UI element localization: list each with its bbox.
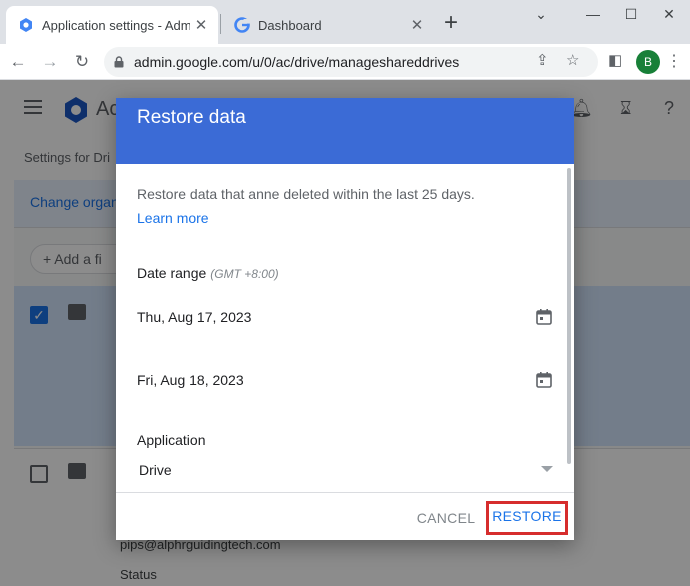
- tab-dashboard[interactable]: Dashboard ✕: [222, 6, 434, 44]
- browser-toolbar: ← → ↻ admin.google.com/u/0/ac/drive/mana…: [0, 44, 690, 80]
- side-panel-icon[interactable]: ◧: [608, 51, 622, 69]
- application-value: Drive: [139, 462, 172, 478]
- back-icon[interactable]: ←: [6, 50, 30, 74]
- end-date-field[interactable]: Fri, Aug 18, 2023: [137, 367, 553, 395]
- url-text: admin.google.com/u/0/ac/drive/manageshar…: [134, 54, 460, 70]
- admin-favicon-icon: [20, 18, 32, 32]
- learn-more-link[interactable]: Learn more: [137, 210, 209, 226]
- close-window-icon[interactable]: ✕: [658, 4, 680, 24]
- timezone-label: (GMT +8:00): [210, 267, 279, 281]
- tab-search-icon[interactable]: ⌄: [530, 4, 552, 24]
- share-icon[interactable]: ⇪: [536, 51, 549, 69]
- restore-button[interactable]: RESTORE: [486, 501, 568, 535]
- dropdown-arrow-icon: [541, 466, 553, 472]
- tab-application-settings[interactable]: Application settings - Admin ✕: [6, 6, 218, 44]
- calendar-icon[interactable]: [535, 308, 553, 326]
- cancel-button[interactable]: CANCEL: [416, 503, 476, 533]
- new-tab-icon[interactable]: +: [444, 10, 458, 36]
- dialog-scrollbar[interactable]: [567, 168, 571, 464]
- application-select[interactable]: Drive: [137, 456, 553, 484]
- browser-tabstrip: Application settings - Admin ✕ Dashboard…: [0, 0, 690, 44]
- profile-avatar[interactable]: B: [636, 50, 660, 74]
- maximize-icon[interactable]: ☐: [620, 4, 642, 24]
- tab-close-icon[interactable]: ✕: [406, 16, 428, 34]
- dialog-description: Restore data that anne deleted within th…: [137, 186, 475, 202]
- google-favicon-icon: [234, 17, 250, 33]
- address-bar[interactable]: admin.google.com/u/0/ac/drive/manageshar…: [104, 47, 598, 77]
- browser-menu-icon[interactable]: ⋮: [666, 50, 682, 74]
- dialog-title: Restore data: [137, 107, 246, 128]
- restore-data-dialog: Restore data Restore data that anne dele…: [116, 98, 574, 540]
- tab-separator: [220, 14, 221, 34]
- date-range-text: Date range: [137, 265, 207, 281]
- dialog-body: Restore data that anne deleted within th…: [116, 164, 574, 492]
- forward-icon[interactable]: →: [38, 50, 62, 74]
- dialog-header: Restore data: [116, 98, 574, 164]
- reload-icon[interactable]: ↻: [70, 50, 94, 74]
- dialog-footer: CANCEL RESTORE: [116, 492, 574, 540]
- tab-close-icon[interactable]: ✕: [190, 16, 212, 34]
- bookmark-star-icon[interactable]: ☆: [566, 51, 579, 69]
- tab-title: Dashboard: [258, 17, 322, 33]
- end-date-value: Fri, Aug 18, 2023: [137, 372, 244, 388]
- tab-title: Application settings - Admin: [42, 17, 190, 33]
- calendar-icon[interactable]: [535, 371, 553, 389]
- lock-icon: [104, 56, 134, 68]
- start-date-value: Thu, Aug 17, 2023: [137, 309, 252, 325]
- date-range-label: Date range (GMT +8:00): [137, 265, 279, 281]
- start-date-field[interactable]: Thu, Aug 17, 2023: [137, 304, 553, 332]
- application-label: Application: [137, 432, 206, 448]
- minimize-icon[interactable]: —: [582, 4, 604, 24]
